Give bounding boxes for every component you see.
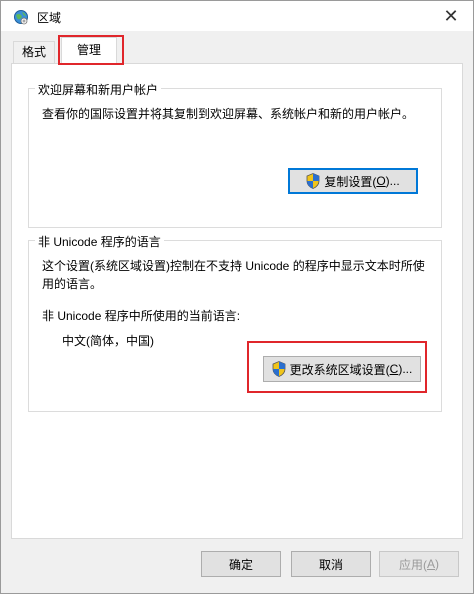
- tab-formats-label: 格式: [21, 45, 46, 59]
- title-bar: 区域 ✕: [1, 1, 473, 31]
- non-unicode-description-line1: 这个设置(系统区域设置)控制在不支持 Unicode 的程序中显示文本时所使: [42, 259, 425, 273]
- apply-button[interactable]: 应用(A): [379, 551, 459, 577]
- ok-label: 确定: [228, 557, 253, 572]
- non-unicode-group-title: 非 Unicode 程序的语言: [35, 233, 164, 250]
- globe-icon: [14, 10, 28, 25]
- copy-settings-label: 复制设置(: [324, 174, 377, 189]
- admin-panel: 欢迎屏幕和新用户帐户 查看你的国际设置并将其复制到欢迎屏幕、系统帐户和新的用户帐…: [11, 63, 463, 539]
- apply-accesskey: A: [426, 557, 435, 571]
- copy-settings-button[interactable]: 复制设置(O)...: [288, 168, 418, 194]
- close-icon: ✕: [443, 6, 459, 26]
- tab-formats[interactable]: 格式: [13, 41, 55, 63]
- copy-settings-suffix: )...: [385, 174, 400, 188]
- welcome-group-title: 欢迎屏幕和新用户帐户: [35, 81, 162, 98]
- non-unicode-description-line2: 用的语言。: [42, 277, 103, 291]
- close-button[interactable]: ✕: [439, 4, 463, 28]
- welcome-screen-group: 欢迎屏幕和新用户帐户 查看你的国际设置并将其复制到欢迎屏幕、系统帐户和新的用户帐…: [28, 81, 442, 228]
- current-language-label: 非 Unicode 程序中所使用的当前语言:: [42, 309, 241, 323]
- uac-shield-icon: [306, 173, 320, 189]
- tab-highlight-box: [58, 35, 124, 65]
- window-title: 区域: [37, 11, 62, 25]
- cancel-button[interactable]: 取消: [291, 551, 371, 577]
- region-dialog: 区域 ✕ 格式 管理 欢迎屏幕和新用户帐户 查看你的国际设置并将其复制到欢迎屏幕…: [0, 0, 474, 594]
- apply-label: 应用(: [398, 557, 427, 572]
- cancel-label: 取消: [318, 557, 343, 572]
- ok-button[interactable]: 确定: [201, 551, 281, 577]
- welcome-description: 查看你的国际设置并将其复制到欢迎屏幕、系统帐户和新的用户帐户。: [42, 107, 415, 121]
- current-language-value: 中文(简体，中国): [62, 334, 154, 348]
- copy-settings-accesskey: O: [376, 174, 386, 188]
- apply-suffix: ): [435, 557, 439, 571]
- change-locale-highlight-box: [247, 341, 427, 393]
